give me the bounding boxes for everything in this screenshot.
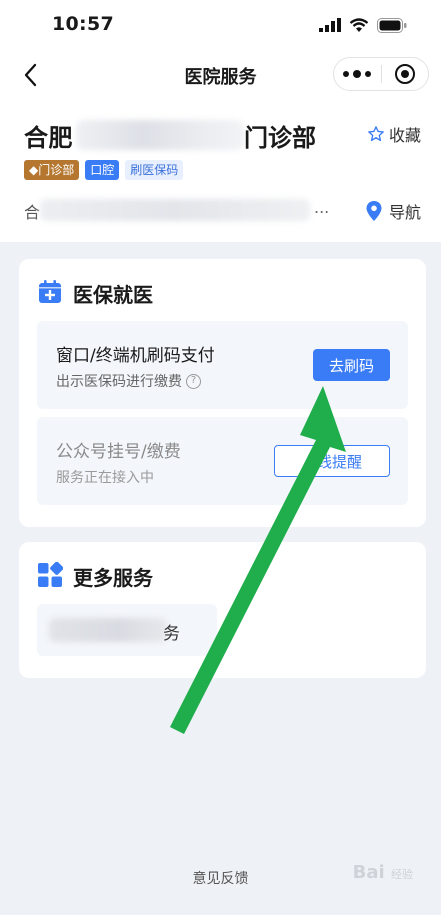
more-services-title: 更多服务	[73, 566, 153, 590]
hospital-tags: ◆门诊部 口腔 刷医保码	[24, 160, 184, 180]
tag-clinic: ◆门诊部	[24, 160, 80, 180]
signal-icon	[319, 18, 341, 32]
wifi-icon	[349, 17, 369, 32]
tag-insurance-code: 刷医保码	[125, 160, 184, 180]
target-icon	[394, 64, 415, 84]
go-scan-code-button[interactable]: 去刷码	[313, 349, 390, 381]
header-section: 10:57 医院服务 合肥 门诊部 收藏 ◆门诊部 口腔 刷医保码 合 ... …	[0, 0, 441, 242]
apps-grid-icon	[38, 562, 63, 587]
status-time: 10:57	[52, 13, 114, 35]
address-ellipsis: ...	[314, 198, 330, 217]
redacted-service-name	[49, 618, 167, 642]
calendar-plus-icon	[39, 280, 61, 303]
tag-dental: 口腔	[85, 160, 120, 180]
miniprogram-capsule	[333, 57, 429, 91]
service-scan-pay: 窗口/终端机刷码支付 出示医保码进行缴费 ? 去刷码	[37, 321, 408, 409]
battery-icon	[377, 17, 407, 33]
location-pin-icon	[366, 201, 382, 221]
navigation-bar: 医院服务	[0, 50, 441, 100]
hospital-name-suffix: 门诊部	[244, 124, 316, 152]
service-subtitle: 出示医保码进行缴费 ?	[56, 371, 201, 391]
service-official-account: 公众号挂号/缴费 服务正在接入中 上线提醒	[37, 417, 408, 505]
redacted-hospital-name	[76, 120, 244, 150]
more-services-card: 更多服务 务	[19, 542, 426, 678]
address-prefix: 合	[24, 203, 41, 222]
status-icons	[319, 16, 407, 34]
navigate-button[interactable]: 导航	[365, 199, 421, 223]
insurance-card-title: 医保就医	[73, 283, 153, 307]
hospital-name-prefix: 合肥	[24, 124, 73, 152]
star-icon	[368, 126, 384, 142]
service-subtitle: 服务正在接入中	[56, 470, 154, 486]
service-item-visible-char: 务	[163, 624, 180, 644]
more-options-button[interactable]	[334, 58, 381, 90]
help-icon[interactable]: ?	[186, 373, 201, 389]
close-miniprogram-button[interactable]	[381, 58, 428, 90]
more-service-item[interactable]: 务	[37, 604, 217, 656]
status-bar: 10:57	[0, 0, 441, 50]
online-reminder-button[interactable]: 上线提醒	[274, 445, 390, 477]
redacted-address	[40, 199, 310, 221]
service-title: 公众号挂号/缴费	[56, 442, 181, 462]
favorite-button[interactable]: 收藏	[367, 122, 421, 146]
favorite-label: 收藏	[388, 126, 421, 145]
baidu-watermark: Bai 经验	[352, 862, 413, 883]
insurance-card: 医保就医 窗口/终端机刷码支付 出示医保码进行缴费 ? 去刷码 公众号挂号/缴费…	[19, 259, 426, 527]
service-title: 窗口/终端机刷码支付	[56, 346, 215, 366]
navigate-label: 导航	[388, 203, 421, 222]
